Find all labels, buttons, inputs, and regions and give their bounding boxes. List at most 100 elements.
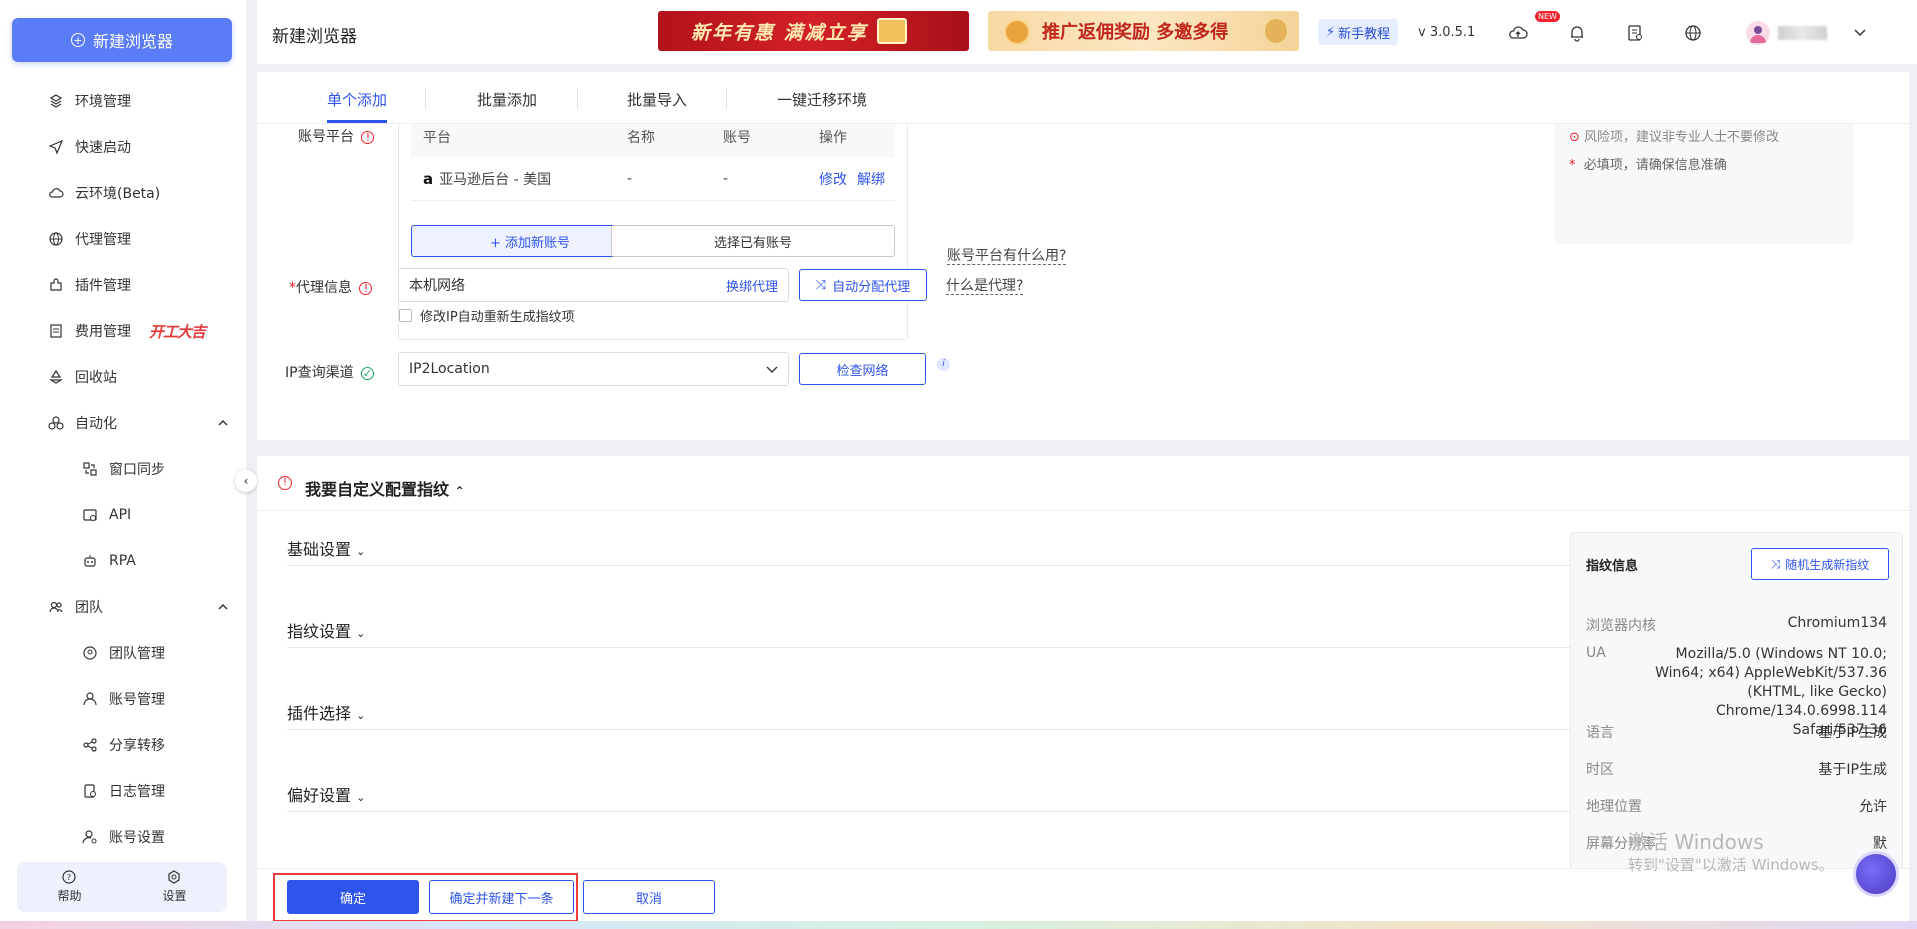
chevron-up-icon: ⌃ <box>454 484 465 498</box>
promo-banner-referral[interactable]: 推广返佣奖励 多邀多得 <box>988 11 1299 51</box>
promo-banner-new-year[interactable]: 新年有惠 满减立享 <box>658 11 969 51</box>
plugin-selection-toggle[interactable]: 插件选择 ⌄ <box>287 700 365 724</box>
info-icon[interactable]: i <box>937 358 950 371</box>
actions-cell: 修改 解绑 <box>819 169 895 189</box>
warning-icon: ! <box>359 282 373 295</box>
sidebar-item-proxy[interactable]: 代理管理 <box>0 216 246 262</box>
document-icon[interactable] <box>1624 22 1646 44</box>
tab-single-add[interactable]: 单个添加 <box>327 89 387 110</box>
plus-circle-icon: + <box>70 33 85 47</box>
field-legend-note: ⊙ 风险项，建议非专业人士不要修改 * 必填项，请确保信息准确 <box>1554 124 1854 244</box>
basic-settings-toggle[interactable]: 基础设置 ⌄ <box>287 536 365 560</box>
sidebar-item-label: 插件管理 <box>75 278 131 294</box>
fp-row-geolocation: 地理位置 允许 <box>1586 799 1887 815</box>
sidebar-item-label: 代理管理 <box>75 232 131 248</box>
sidebar-item-window-sync[interactable]: 窗口同步 <box>0 446 246 492</box>
bell-icon[interactable] <box>1566 22 1588 44</box>
ip-query-label: IP查询渠道 ✓ <box>285 365 375 381</box>
cloud-upload-icon[interactable] <box>1507 22 1529 44</box>
risk-note: ⊙ 风险项，建议非专业人士不要修改 <box>1569 130 1780 145</box>
avatar[interactable] <box>1746 21 1770 45</box>
sidebar-item-automation[interactable]: 自动化 <box>0 400 246 446</box>
shuffle-icon: ⤨ <box>1770 556 1781 571</box>
help-label: 帮助 <box>57 889 82 903</box>
chevron-down-icon[interactable] <box>1849 22 1871 44</box>
new-browser-button[interactable]: + 新建浏览器 <box>12 18 232 62</box>
warning-icon: ! <box>361 131 375 144</box>
table-header: 平台 名称 账号 操作 <box>411 124 895 157</box>
sidebar-item-label: 日志管理 <box>109 784 165 800</box>
regenerate-fingerprint-checkbox[interactable] <box>399 309 412 322</box>
sidebar-item-team[interactable]: 团队 <box>0 584 246 630</box>
settings-label: 设置 <box>162 889 187 903</box>
confirm-button[interactable]: 确定 <box>287 880 419 914</box>
confirm-and-new-button[interactable]: 确定并新建下一条 <box>429 880 574 914</box>
account-platform-help-link[interactable]: 账号平台有什么用? <box>947 248 1067 265</box>
sidebar-item-share[interactable]: 分享转移 <box>0 722 246 768</box>
chevron-down-icon: ⌄ <box>356 791 366 804</box>
tab-batch-add[interactable]: 批量添加 <box>477 89 537 110</box>
account-platform-label: 账号平台 ! <box>298 126 375 146</box>
sidebar-item-team-management[interactable]: 团队管理 <box>0 630 246 676</box>
tab-batch-import[interactable]: 批量导入 <box>627 89 687 110</box>
change-proxy-link[interactable]: 换绑代理 <box>726 276 778 295</box>
sidebar-item-environment[interactable]: 环境管理 <box>0 78 246 124</box>
sidebar-item-logs[interactable]: 日志管理 <box>0 768 246 814</box>
edit-link[interactable]: 修改 <box>819 169 847 189</box>
cancel-button[interactable]: 取消 <box>583 880 715 914</box>
cloud-icon <box>47 184 65 202</box>
billing-icon <box>47 322 65 340</box>
unbind-link[interactable]: 解绑 <box>857 169 885 189</box>
robot-icon <box>81 552 99 570</box>
sidebar-item-label: 快速启动 <box>75 140 131 156</box>
fp-row-language: 语言 基于IP生成 <box>1586 725 1887 741</box>
auto-assign-proxy-button[interactable]: ⤨ 自动分配代理 <box>799 269 927 301</box>
required-note: * 必填项，请确保信息准确 <box>1569 158 1727 173</box>
sidebar-item-rpa[interactable]: RPA <box>0 538 246 584</box>
chevron-up-icon <box>218 416 228 432</box>
sidebar-item-recycle[interactable]: 回收站 <box>0 354 246 400</box>
sidebar-item-api[interactable]: API <box>0 492 246 538</box>
collapse-sidebar-button[interactable]: ‹ <box>235 470 257 492</box>
tutorial-button[interactable]: ⚡ 新手教程 <box>1318 19 1399 45</box>
preferences-toggle[interactable]: 偏好设置 ⌄ <box>287 782 365 806</box>
new-tag: NEW <box>1535 11 1560 22</box>
tab-bar: 单个添加 批量添加 批量导入 一键迁移环境 <box>257 72 1909 124</box>
sidebar-item-account-settings[interactable]: 账号设置 <box>0 814 246 860</box>
check-network-button[interactable]: 检查网络 <box>799 353 926 385</box>
new-browser-label: 新建浏览器 <box>92 32 173 51</box>
sidebar-item-billing[interactable]: 费用管理 开工大吉 <box>0 308 246 354</box>
lightning-icon: ⚡ <box>1326 24 1336 40</box>
fingerprint-settings-toggle[interactable]: 指纹设置 ⌄ <box>287 618 365 642</box>
assistant-robot-icon[interactable] <box>1853 851 1899 897</box>
window-sync-icon <box>81 460 99 478</box>
sidebar-item-cloud[interactable]: 云环境(Beta) <box>0 170 246 216</box>
column-header: 账号 <box>723 130 751 146</box>
custom-fingerprint-title[interactable]: 我要自定义配置指纹 ⌃ <box>305 476 465 500</box>
user-settings-icon <box>81 828 99 846</box>
sidebar-item-account-management[interactable]: 账号管理 <box>0 676 246 722</box>
language-globe-icon[interactable] <box>1682 22 1704 44</box>
warning-icon: ! <box>278 476 292 490</box>
tab-migrate[interactable]: 一键迁移环境 <box>777 89 867 110</box>
checkbox-label: 修改IP自动重新生成指纹项 <box>420 310 575 325</box>
proxy-input[interactable]: 本机网络 换绑代理 <box>398 268 789 302</box>
version-label: v 3.0.5.1 <box>1418 25 1476 40</box>
check-circle-icon: ✓ <box>361 367 375 380</box>
chevron-down-icon: ⌄ <box>356 627 366 640</box>
ip-query-select[interactable]: IP2Location <box>398 352 789 386</box>
windows-activation-hint: 转到"设置"以激活 Windows。 <box>1628 856 1834 874</box>
send-icon <box>47 138 65 156</box>
random-fingerprint-button[interactable]: ⤨ 随机生成新指纹 <box>1751 548 1889 580</box>
recycle-icon <box>47 368 65 386</box>
help-button[interactable]: ? 帮助 <box>57 870 82 904</box>
svg-text:?: ? <box>67 873 71 882</box>
settings-button[interactable]: 设置 <box>162 870 187 904</box>
environment-icon <box>47 92 65 110</box>
proxy-help-link[interactable]: 什么是代理? <box>946 278 1024 295</box>
select-existing-account-button[interactable]: 选择已有账号 <box>611 225 895 257</box>
section-divider <box>257 440 1909 456</box>
sidebar-item-plugins[interactable]: 插件管理 <box>0 262 246 308</box>
divider <box>287 811 1614 812</box>
sidebar-item-quick-start[interactable]: 快速启动 <box>0 124 246 170</box>
